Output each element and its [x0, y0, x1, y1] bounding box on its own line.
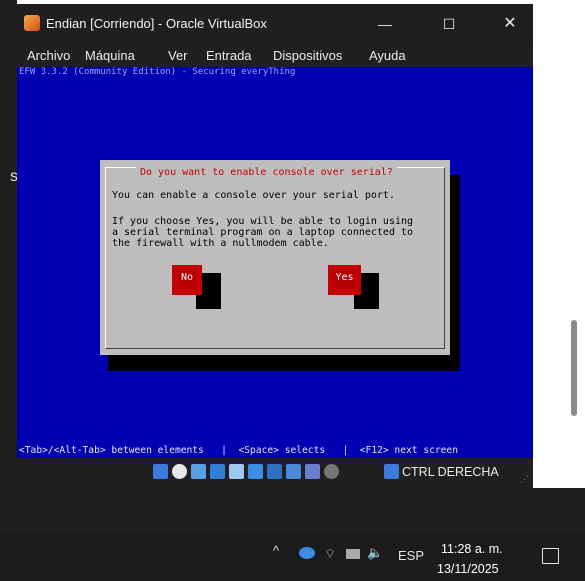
menu-entrada[interactable]: Entrada [206, 48, 252, 63]
display-icon[interactable] [267, 464, 282, 479]
dialog-text-line: If you choose Yes, you will be able to l… [112, 216, 414, 227]
dialog-text-line: You can enable a console over your seria… [112, 190, 395, 201]
background-app-area [532, 0, 585, 488]
guest-header: EFW 3.3.2 (Community Edition) - Securing… [19, 67, 296, 77]
title-bar[interactable]: Endian [Corriendo] - Oracle VirtualBox —… [17, 4, 533, 44]
dialog-text-line: a serial terminal program on a laptop co… [112, 227, 414, 238]
wifi-icon[interactable]: ⌔ [324, 546, 336, 562]
desktop-background [0, 488, 585, 532]
shared-folders-icon[interactable] [248, 464, 263, 479]
keyboard-hint: <Tab>/<Alt-Tab> between elements | <Spac… [19, 445, 458, 456]
optical-drive-icon[interactable] [172, 464, 187, 479]
close-button[interactable]: ✕ [487, 4, 533, 44]
recording-icon[interactable] [286, 464, 301, 479]
no-button-label: No [178, 271, 196, 289]
keyboard-capture-icon[interactable] [384, 464, 399, 479]
vm-status-bar: CTRL DERECHA ⋰ [17, 458, 533, 488]
menu-maquina[interactable]: Máquina [85, 48, 135, 63]
serial-console-dialog: Do you want to enable console over seria… [100, 160, 450, 355]
host-key-label: CTRL DERECHA [402, 465, 499, 479]
virtualbox-app-icon [24, 15, 40, 31]
tray-overflow-icon[interactable]: ^ [273, 543, 279, 558]
harddisk-icon[interactable] [153, 464, 168, 479]
audio-icon[interactable] [191, 464, 206, 479]
volume-icon[interactable]: 🔈 [367, 545, 383, 561]
network-icon[interactable] [210, 464, 225, 479]
guest-screen[interactable]: EFW 3.3.2 (Community Edition) - Securing… [17, 67, 533, 458]
yes-button[interactable]: Yes [328, 265, 361, 295]
dialog-title: Do you want to enable console over seria… [136, 167, 397, 178]
mouse-integration-icon[interactable] [324, 464, 339, 479]
virtualbox-window: Endian [Corriendo] - Oracle VirtualBox —… [17, 4, 533, 488]
resize-grip-icon[interactable]: ⋰ [520, 474, 529, 485]
window-title: Endian [Corriendo] - Oracle VirtualBox [46, 16, 267, 31]
notification-icon[interactable] [542, 548, 559, 564]
maximize-button[interactable]: ☐ [426, 4, 472, 44]
yes-button-label: Yes [334, 271, 355, 289]
onedrive-icon[interactable] [299, 547, 315, 559]
minimize-button[interactable]: — [362, 4, 408, 44]
battery-icon[interactable] [346, 549, 360, 559]
taskbar: ^ ⌔ 🔈 ESP 11:28 a. m. 13/11/2025 [0, 532, 585, 581]
background-scrollbar[interactable] [571, 320, 577, 416]
menu-ver[interactable]: Ver [168, 48, 188, 63]
clock-date[interactable]: 13/11/2025 [437, 562, 499, 576]
menu-bar: Archivo Máquina Ver Entrada Dispositivos… [17, 44, 533, 67]
dialog-text-line: the firewall with a nullmodem cable. [112, 238, 329, 249]
cpu-icon[interactable] [305, 464, 320, 479]
menu-archivo[interactable]: Archivo [27, 48, 70, 63]
clock-time[interactable]: 11:28 a. m. [441, 542, 503, 556]
menu-dispositivos[interactable]: Dispositivos [273, 48, 342, 63]
language-indicator[interactable]: ESP [398, 548, 424, 563]
no-button[interactable]: No [172, 265, 202, 295]
usb-icon[interactable] [229, 464, 244, 479]
menu-ayuda[interactable]: Ayuda [369, 48, 406, 63]
